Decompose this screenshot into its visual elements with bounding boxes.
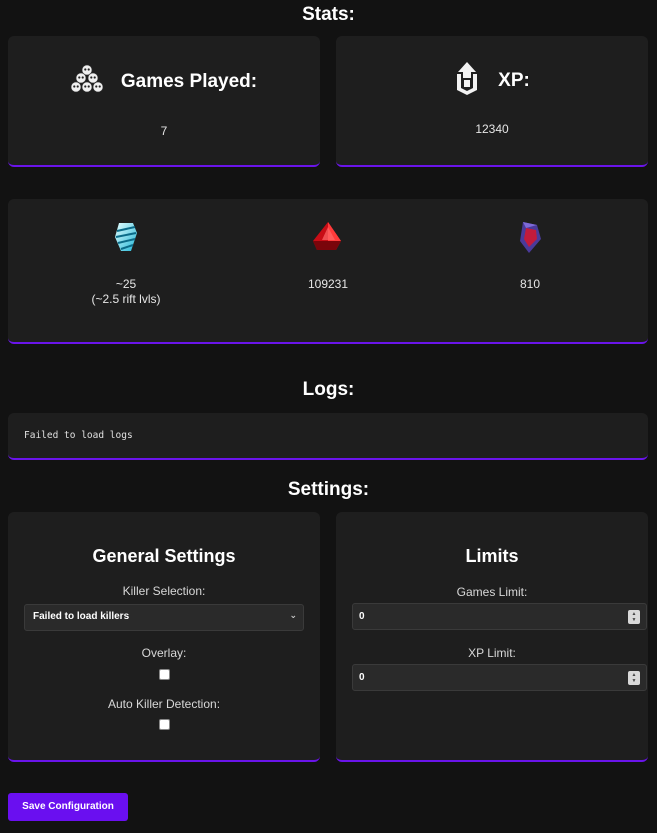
stats-title: Stats: xyxy=(302,4,355,25)
xp-limit-input[interactable]: 0 ▲ ▼ xyxy=(352,664,647,691)
xp-limit-spinner[interactable]: ▲ ▼ xyxy=(628,671,640,685)
killer-selection-value: Failed to load killers xyxy=(33,611,130,622)
games-played-label: Games Played: xyxy=(120,70,258,92)
killer-selection-select[interactable]: Failed to load killers ⌄ xyxy=(24,604,304,631)
iridescent-shards-item: 810 xyxy=(430,219,630,292)
rift-fragment-icon xyxy=(26,219,226,255)
games-played-value: 7 xyxy=(160,124,168,138)
iridescent-shards-value: 810 xyxy=(519,277,541,291)
skull-pile-icon xyxy=(70,64,104,99)
limits-title: Limits xyxy=(465,546,519,566)
currencies-card: ~25 (~2.5 rift lvls) 109231 810 xyxy=(8,199,648,344)
xp-limit-value: 0 xyxy=(359,672,365,683)
bloodpoints-item: 109231 xyxy=(228,219,428,292)
games-limit-spinner[interactable]: ▲ ▼ xyxy=(628,610,640,624)
killer-selection-label: Killer Selection: xyxy=(122,584,206,598)
xp-card: XP: 12340 xyxy=(336,36,648,167)
rift-fragment-item: ~25 (~2.5 rift lvls) xyxy=(26,219,226,307)
games-limit-input[interactable]: 0 ▲ ▼ xyxy=(352,603,647,630)
logs-title: Logs: xyxy=(302,379,355,400)
general-settings-card: General Settings Killer Selection: Faile… xyxy=(8,512,320,762)
logs-panel: Failed to load logs xyxy=(8,413,648,460)
games-played-card: Games Played: 7 xyxy=(8,36,320,167)
xp-upgrade-icon xyxy=(454,60,480,101)
settings-title: Settings: xyxy=(287,479,370,500)
chevron-down-icon: ⌄ xyxy=(289,610,297,620)
bloodpoints-gem-icon xyxy=(228,219,428,255)
general-settings-title: General Settings xyxy=(92,546,236,566)
rift-fragment-value: ~25 xyxy=(115,277,137,291)
xp-limit-label: XP Limit: xyxy=(468,646,516,660)
auto-killer-detection-checkbox[interactable] xyxy=(159,719,170,730)
xp-value: 12340 xyxy=(475,122,509,136)
rift-fragment-subvalue: (~2.5 rift lvls) xyxy=(91,292,161,306)
overlay-checkbox[interactable] xyxy=(159,669,170,680)
iridescent-shards-icon xyxy=(430,219,630,255)
save-configuration-button[interactable]: Save Configuration xyxy=(8,793,128,821)
logs-text: Failed to load logs xyxy=(24,430,133,441)
xp-label: XP: xyxy=(498,69,530,91)
bloodpoints-value: 109231 xyxy=(307,277,349,291)
auto-killer-detection-label: Auto Killer Detection: xyxy=(107,697,221,711)
games-limit-value: 0 xyxy=(359,611,365,622)
games-limit-label: Games Limit: xyxy=(456,585,528,599)
overlay-label: Overlay: xyxy=(141,646,187,660)
limits-card: Limits Games Limit: 0 ▲ ▼ XP Limit: 0 ▲ ▼ xyxy=(336,512,648,762)
